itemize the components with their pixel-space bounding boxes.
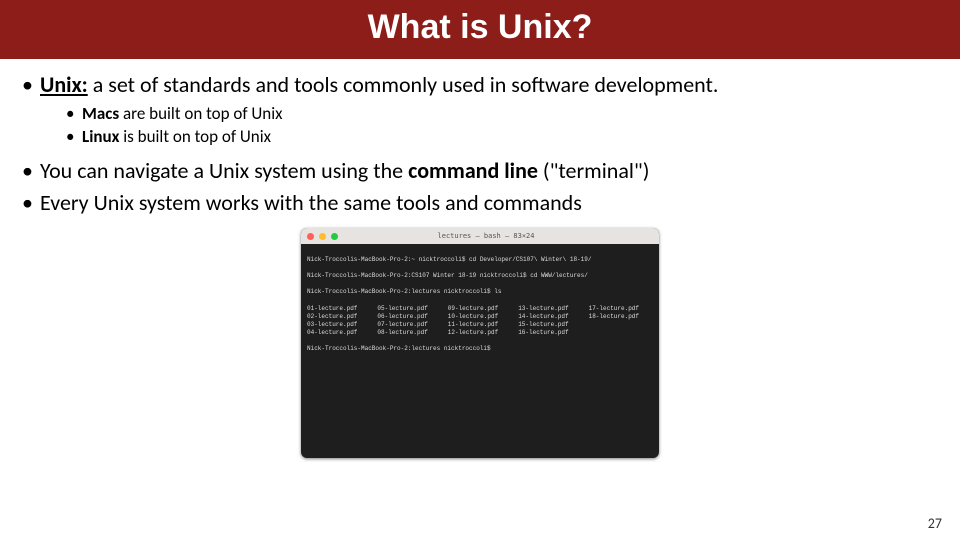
ls-file: 18-lecture.pdf xyxy=(589,313,653,321)
bullet-macs: Macs are built on top of Unix xyxy=(22,103,938,124)
slide-title-bar: What is Unix? xyxy=(0,0,960,59)
terminal-prompt: Nick-Troccolis-MacBook-Pro-2:lectures ni… xyxy=(307,345,653,353)
slide-body: Unix: a set of standards and tools commo… xyxy=(0,59,960,458)
ls-file: 04-lecture.pdf xyxy=(307,329,371,337)
terminal-screenshot: lectures — bash — 83×24 Nick-Troccolis-M… xyxy=(301,228,659,458)
bullet-navigate-post: ("terminal") xyxy=(538,157,649,184)
bullet-macs-bold: Macs xyxy=(82,103,119,124)
bullet-every-system: Every Unix system works with the same to… xyxy=(22,189,938,217)
ls-file: 08-lecture.pdf xyxy=(377,329,441,337)
ls-file: 10-lecture.pdf xyxy=(448,313,512,321)
ls-file: 09-lecture.pdf xyxy=(448,305,512,313)
terminal-line: Nick-Troccolis-MacBook-Pro-2:CS107 Winte… xyxy=(307,272,653,280)
ls-file: 05-lecture.pdf xyxy=(377,305,441,313)
ls-file: 17-lecture.pdf xyxy=(589,305,653,313)
bullet-linux-bold: Linux xyxy=(82,126,119,147)
slide-title: What is Unix? xyxy=(0,8,960,47)
terminal-content: Nick-Troccolis-MacBook-Pro-2:~ nicktrocc… xyxy=(301,244,659,373)
bullet-unix-term: Unix: xyxy=(40,71,88,98)
ls-file: 13-lecture.pdf xyxy=(518,305,582,313)
ls-file: 07-lecture.pdf xyxy=(377,321,441,329)
bullet-macs-text: are built on top of Unix xyxy=(119,103,282,124)
bullet-unix-definition: Unix: a set of standards and tools commo… xyxy=(22,71,938,99)
bullet-navigate: You can navigate a Unix system using the… xyxy=(22,157,938,185)
ls-file xyxy=(589,329,653,337)
ls-file: 14-lecture.pdf xyxy=(518,313,582,321)
terminal-ls-output: 01-lecture.pdf 05-lecture.pdf 09-lecture.p… xyxy=(307,305,653,337)
ls-file: 01-lecture.pdf xyxy=(307,305,371,313)
page-number: 27 xyxy=(928,515,942,532)
terminal-title-text: lectures — bash — 83×24 xyxy=(313,232,659,240)
bullet-linux-text: is built on top of Unix xyxy=(119,126,271,147)
ls-file: 12-lecture.pdf xyxy=(448,329,512,337)
ls-file xyxy=(589,321,653,329)
bullet-every-system-text: Every Unix system works with the same to… xyxy=(40,189,582,216)
ls-file: 03-lecture.pdf xyxy=(307,321,371,329)
bullet-linux: Linux is built on top of Unix xyxy=(22,126,938,147)
terminal-window: lectures — bash — 83×24 Nick-Troccolis-M… xyxy=(301,228,659,458)
ls-file: 15-lecture.pdf xyxy=(518,321,582,329)
terminal-line: Nick-Troccolis-MacBook-Pro-2:lectures ni… xyxy=(307,288,653,296)
bullet-navigate-bold: command line xyxy=(408,157,538,184)
bullet-navigate-pre: You can navigate a Unix system using the xyxy=(40,157,408,184)
terminal-titlebar: lectures — bash — 83×24 xyxy=(301,228,659,244)
ls-file: 06-lecture.pdf xyxy=(377,313,441,321)
sub-bullet-group: Macs are built on top of Unix Linux is b… xyxy=(22,103,938,148)
bullet-unix-text: a set of standards and tools commonly us… xyxy=(88,71,719,98)
ls-file: 16-lecture.pdf xyxy=(518,329,582,337)
terminal-line: Nick-Troccolis-MacBook-Pro-2:~ nicktrocc… xyxy=(307,256,653,264)
ls-file: 02-lecture.pdf xyxy=(307,313,371,321)
ls-file: 11-lecture.pdf xyxy=(448,321,512,329)
